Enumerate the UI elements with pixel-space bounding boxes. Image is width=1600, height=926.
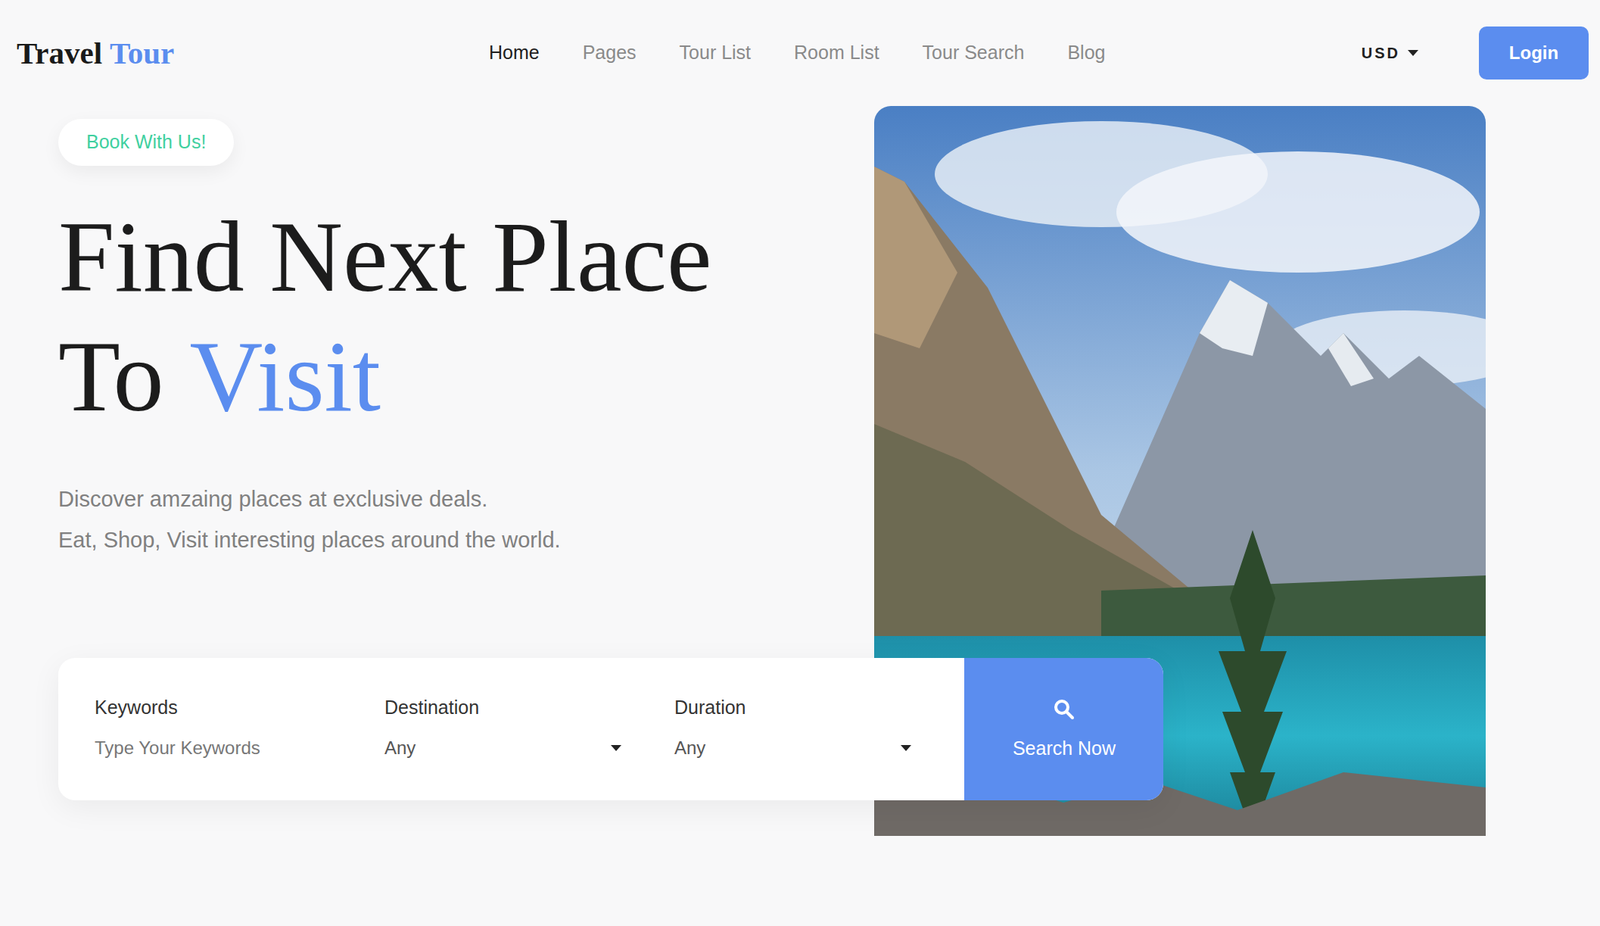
nav-item[interactable]: Home [488,38,540,68]
search-icon [1053,698,1075,720]
subtitle-line: Discover amzaing places at exclusive dea… [58,478,875,520]
badge-row: Book With Us! [58,118,875,166]
select-value: Any [674,736,706,760]
search-fields: Keywords Destination Any Duration Any [58,657,965,800]
nav-item[interactable]: Tour List [679,38,751,68]
currency-label: USD [1361,41,1401,65]
badge: Book With Us! [58,118,234,166]
keywords-input[interactable] [94,736,332,760]
currency-select[interactable]: USD [1361,41,1419,65]
title-accent: Visit [189,316,382,436]
search-button-label: Search Now [1012,736,1116,760]
search-button[interactable]: Search Now [964,657,1164,800]
login-button[interactable]: Login [1478,26,1589,80]
search-field[interactable]: Destination Any [384,695,675,778]
hero: Book With Us! Find Next PlaceToVisit Disco… [0,105,1600,926]
logo-text: Tour [109,35,175,71]
dropdown-arrow-icon [900,744,912,751]
hero-text: Book With Us! Find Next PlaceToVisit Disco… [0,105,875,926]
nav-item[interactable]: Room List [793,38,880,68]
dropdown-arrow-icon [610,744,622,751]
title-line: ToVisit [58,316,875,436]
title-word: To [58,316,165,436]
main-nav: Home Pages Tour List Room List Tour Search Bl… [488,38,1106,68]
select-box[interactable]: Any [384,736,622,760]
nav-item[interactable]: Tour Search [922,38,1025,68]
search-field[interactable]: Keywords [94,695,385,778]
field-label: Duration [674,695,912,719]
search-field[interactable]: Duration Any [674,695,965,778]
nav-item[interactable]: Pages [582,38,637,68]
title-line: Find Next Place [58,196,875,317]
select-value: Any [384,736,416,760]
logo[interactable]: TravelTour [16,37,489,69]
field-label: Keywords [94,695,332,719]
field-label: Destination [384,695,622,719]
header: TravelTourHomePagesTour ListRoom ListTou… [0,0,1600,106]
logo-text: Travel [16,35,103,71]
subtitle-line: Eat, Shop, Visit interesting places arou… [58,519,875,561]
nav-item[interactable]: Blog [1067,38,1106,68]
hero-subtitle: Discover amzaing places at exclusive dea… [58,478,875,561]
hero-title: Find Next PlaceToVisit [58,196,875,436]
caret-down-icon [1407,49,1419,57]
select-box[interactable]: Any [674,736,912,760]
search-bar: Keywords Destination Any Duration Any Search … [58,657,1164,800]
